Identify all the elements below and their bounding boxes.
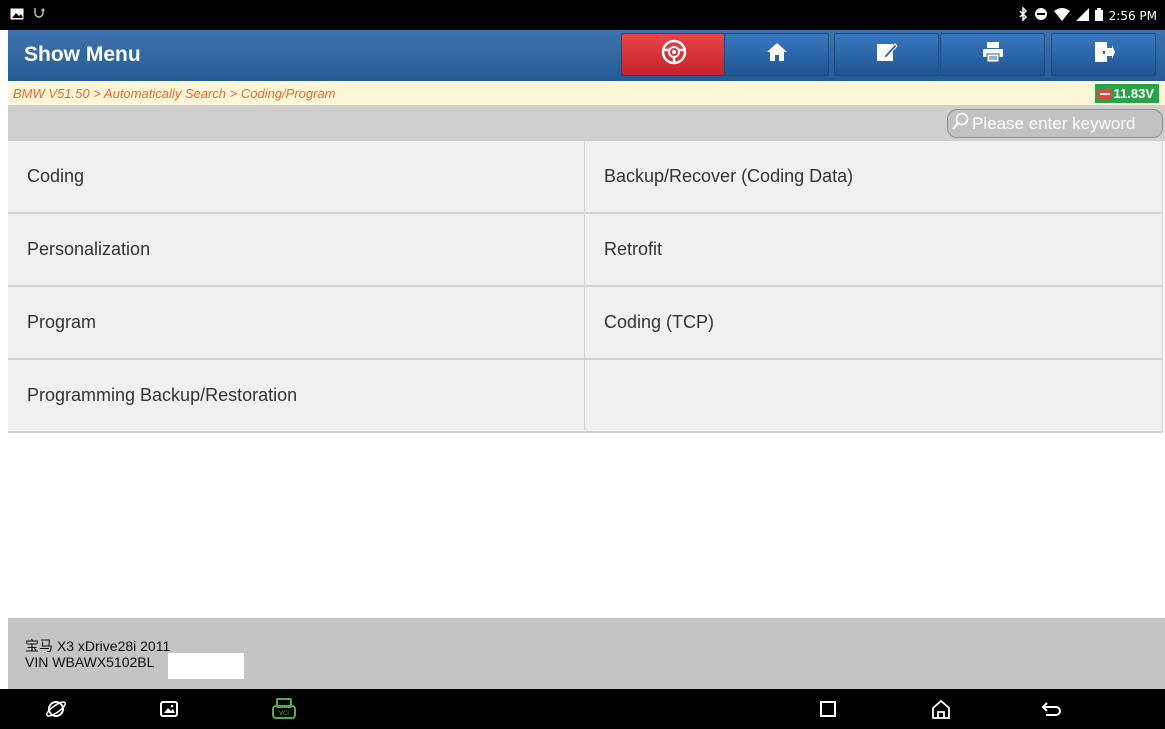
home-button[interactable] (724, 33, 829, 76)
browser-icon[interactable] (44, 697, 68, 721)
voltage-badge: 11.83V (1094, 84, 1159, 103)
home-icon (766, 42, 788, 67)
exit-icon (1093, 41, 1115, 68)
battery-icon (1094, 7, 1103, 24)
steering-wheel-icon (661, 39, 687, 70)
print-icon (982, 41, 1004, 68)
bluetooth-icon (1018, 6, 1028, 24)
vin-redaction (168, 653, 244, 679)
status-time: 2:56 PM (1108, 8, 1157, 23)
gallery-icon[interactable] (157, 697, 181, 721)
voltage-value: 11.83V (1113, 86, 1155, 101)
recent-apps-icon[interactable] (816, 697, 840, 721)
cell-signal-icon (1075, 7, 1089, 24)
menu-item-coding[interactable]: Coding (8, 141, 585, 214)
back-icon[interactable] (1040, 697, 1064, 721)
page-title: Show Menu (24, 43, 141, 66)
steering-wheel-button[interactable] (621, 33, 726, 76)
search-bar (8, 105, 1165, 141)
menu-item-personalization[interactable]: Personalization (8, 214, 585, 287)
vehicle-model: 宝马 X3 xDrive28i 2011 (25, 638, 171, 654)
wifi-icon (1053, 7, 1070, 24)
menu-item-backup-recover[interactable]: Backup/Recover (Coding Data) (585, 141, 1163, 214)
search-icon (952, 112, 970, 135)
usb-debug-icon (32, 6, 46, 25)
home-nav-icon[interactable] (929, 697, 953, 721)
print-button[interactable] (940, 33, 1045, 76)
svg-text:VCI: VCI (279, 710, 289, 717)
menu-item-empty (585, 360, 1163, 433)
exit-button[interactable] (1051, 33, 1156, 76)
menu-item-retrofit[interactable]: Retrofit (585, 214, 1163, 287)
car-battery-icon (1097, 88, 1112, 99)
edit-report-icon (876, 41, 898, 68)
image-icon (10, 7, 24, 25)
menu-item-program[interactable]: Program (8, 287, 585, 360)
menu-item-programming-backup[interactable]: Programming Backup/Restoration (8, 360, 585, 433)
vci-icon[interactable]: VCI (272, 697, 296, 721)
breadcrumb-bar: BMW V51.50 > Automatically Search > Codi… (8, 81, 1165, 105)
header-bar: Show Menu (8, 30, 1165, 81)
app-screen: 2:56 PM Show Menu BMW V51.50 > Automatic… (0, 0, 1165, 729)
navigation-bar: VCI (0, 689, 1165, 729)
breadcrumb: BMW V51.50 > Automatically Search > Codi… (13, 86, 336, 101)
search-input[interactable] (972, 113, 1162, 134)
menu-grid: Coding Backup/Recover (Coding Data) Pers… (8, 141, 1163, 433)
vehicle-vin: VIN WBAWX5102BL (25, 654, 155, 670)
vehicle-info-panel: 宝马 X3 xDrive28i 2011 VIN WBAWX5102BL (8, 618, 1165, 689)
status-bar: 2:56 PM (0, 0, 1165, 30)
edit-report-button[interactable] (834, 33, 939, 76)
do-not-disturb-icon (1034, 7, 1048, 24)
menu-item-coding-tcp[interactable]: Coding (TCP) (585, 287, 1163, 360)
search-field[interactable] (947, 109, 1163, 138)
